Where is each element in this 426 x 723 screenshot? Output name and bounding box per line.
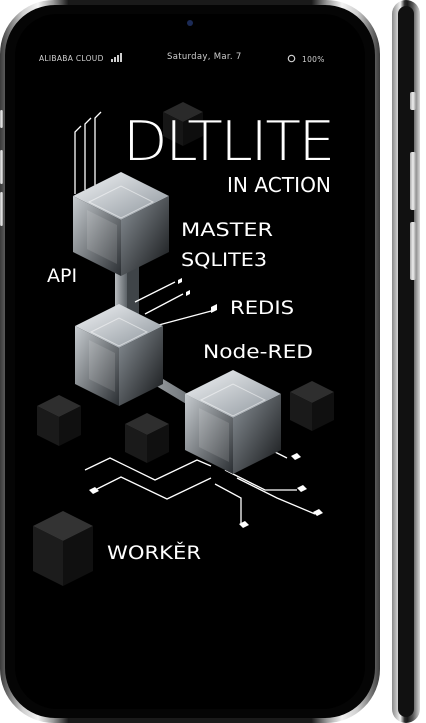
- label-redis: REDIS: [230, 297, 294, 319]
- dark-cube-middle: [125, 413, 169, 463]
- phone-screen: ALIBABA CLOUD Saturday, Mar. 7 100% DLTL…: [15, 14, 365, 709]
- volume-down-button: [0, 192, 3, 226]
- side-volume-down-button: [410, 222, 416, 280]
- cube-worker: [185, 370, 281, 474]
- dark-cube-right: [290, 381, 334, 431]
- label-nodered: Node-RED: [203, 341, 313, 363]
- label-api: API: [47, 265, 77, 287]
- label-sqlite: SQLITE3: [181, 249, 267, 271]
- label-worker: WORKĚR: [107, 541, 201, 564]
- side-volume-up-button: [410, 152, 416, 210]
- mute-switch: [0, 110, 3, 128]
- subtitle-text: IN ACTION: [227, 173, 331, 197]
- dark-cube-worker: [33, 511, 93, 586]
- label-master: MASTER: [181, 219, 273, 241]
- cube-master: [73, 172, 169, 276]
- cube-node: [75, 304, 163, 406]
- title-text: DLTLITE: [123, 110, 333, 173]
- side-mute-switch: [410, 92, 416, 110]
- volume-up-button: [0, 150, 3, 184]
- artwork: DLTLITE IN ACTION MASTER SQLITE3 API RED…: [33, 102, 335, 586]
- phone-side-edge: [398, 6, 414, 717]
- dark-cube-left: [37, 395, 81, 446]
